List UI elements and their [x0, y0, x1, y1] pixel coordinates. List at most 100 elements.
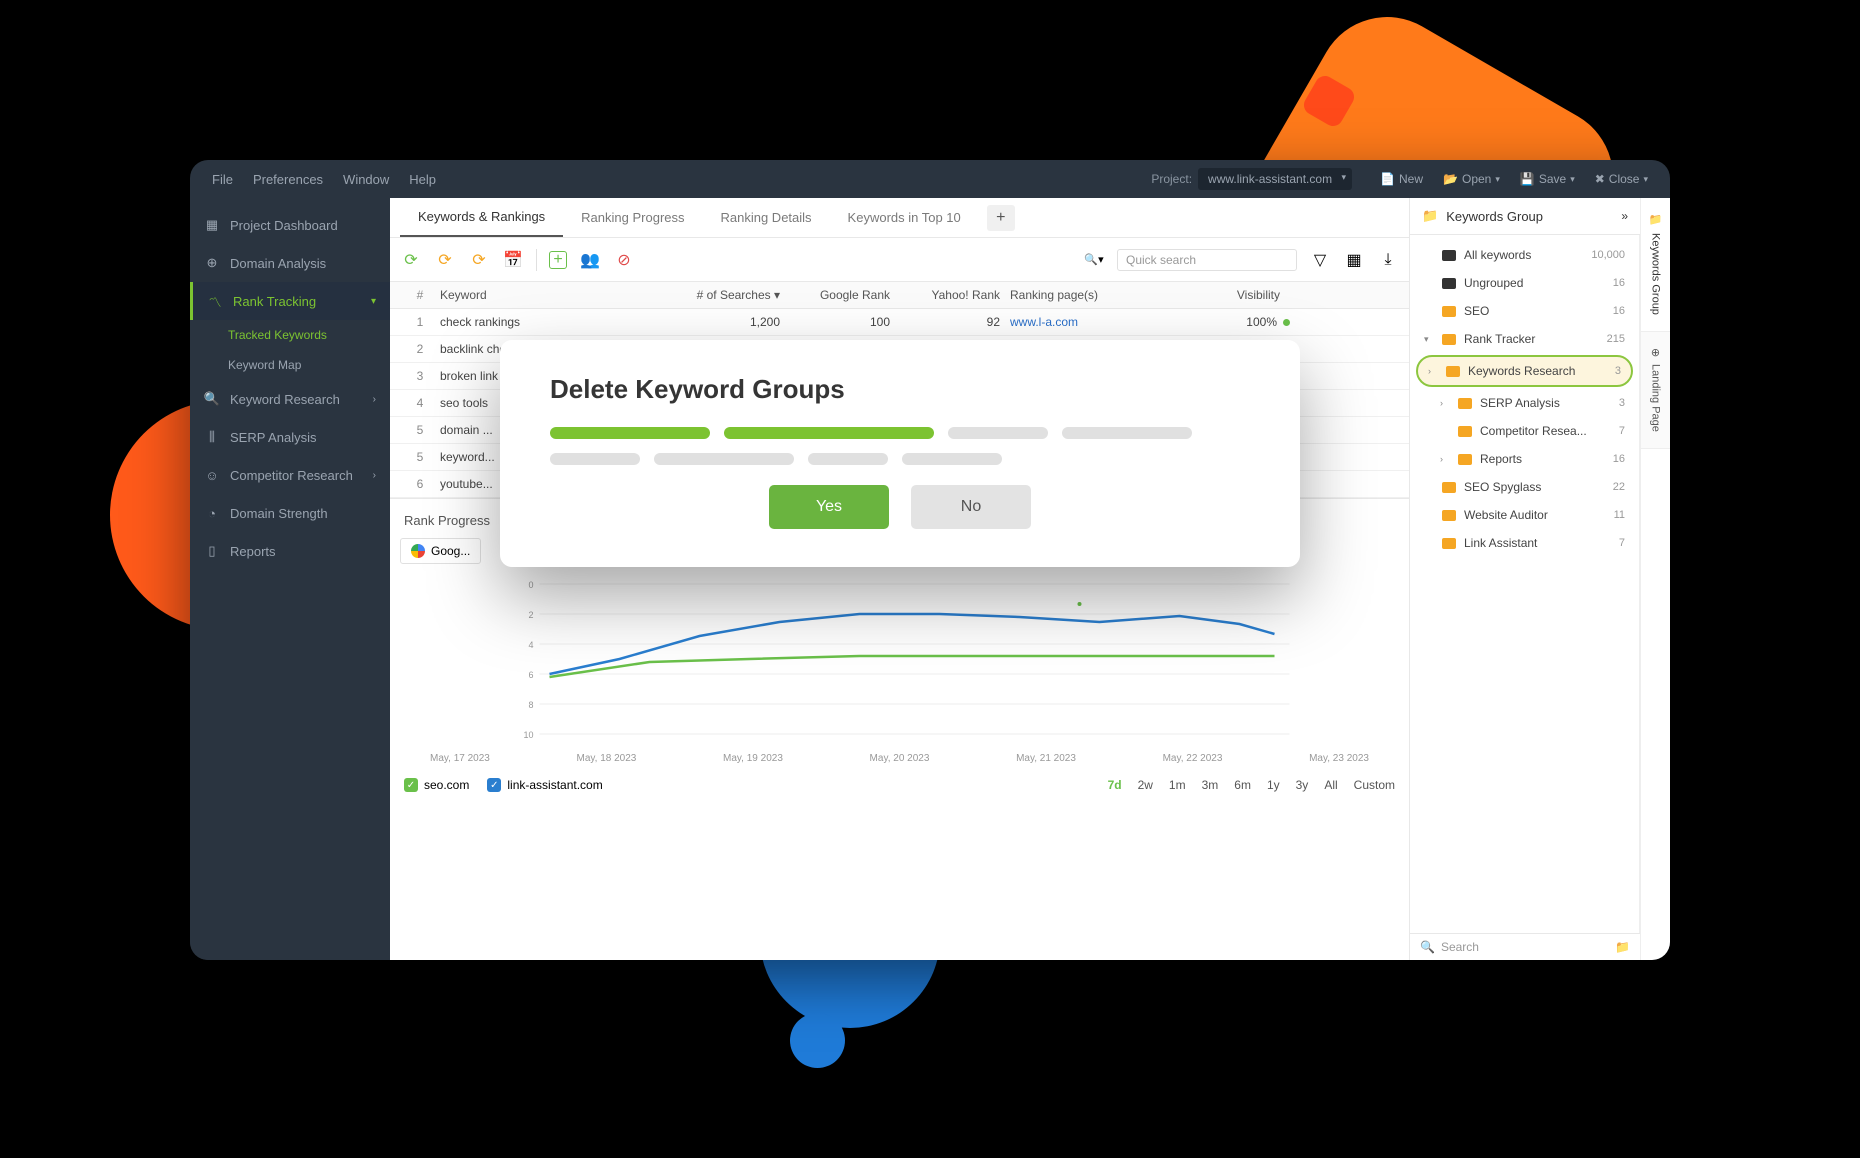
folder-icon: 📁 [1649, 214, 1662, 227]
range-7d[interactable]: 7d [1108, 778, 1122, 792]
groups-search[interactable]: 🔍 Search 📁 [1410, 933, 1640, 960]
range-2w[interactable]: 2w [1138, 778, 1153, 792]
legend-link-assistant[interactable]: ✓link-assistant.com [487, 778, 602, 792]
menu-preferences[interactable]: Preferences [243, 172, 333, 187]
tag-icon[interactable]: ⊘ [613, 249, 635, 271]
group-item[interactable]: Ungrouped16 [1410, 269, 1639, 297]
delete-group-dialog: Delete Keyword Groups Yes No [500, 340, 1300, 567]
search-dropdown-icon[interactable]: 🔍▾ [1083, 249, 1105, 271]
expand-icon[interactable]: › [1428, 366, 1438, 376]
menu-window[interactable]: Window [333, 172, 399, 187]
row-google: 100 [790, 315, 900, 329]
group-label: All keywords [1464, 248, 1531, 262]
quick-search-input[interactable]: Quick search [1117, 249, 1297, 271]
folder-open-icon: 📂 [1443, 172, 1458, 186]
sidebar-sub-tracked-keywords[interactable]: Tracked Keywords [190, 320, 390, 350]
schedule-icon[interactable]: 📅 [502, 249, 524, 271]
reports-icon: ▯ [204, 543, 220, 559]
check-icon[interactable]: ⟳ [434, 249, 456, 271]
date-range-selector: 7d 2w 1m 3m 6m 1y 3y All Custom [1108, 778, 1395, 792]
vtab-keywords-group[interactable]: 📁Keywords Group [1641, 198, 1670, 332]
range-3m[interactable]: 3m [1202, 778, 1219, 792]
group-item[interactable]: Link Assistant7 [1410, 529, 1639, 557]
project-select[interactable]: www.link-assistant.com [1198, 168, 1352, 190]
sidebar-item-domain-strength[interactable]: ◔Domain Strength [190, 494, 390, 532]
group-label: SEO Spyglass [1464, 480, 1541, 494]
row-index: 5 [400, 450, 440, 464]
open-button[interactable]: 📂Open▾ [1443, 172, 1500, 186]
expand-icon[interactable]: › [1440, 454, 1450, 464]
sidebar-item-domain-analysis[interactable]: ⊕Domain Analysis [190, 244, 390, 282]
col-keyword[interactable]: Keyword [440, 288, 660, 302]
col-yahoo[interactable]: Yahoo! Rank [900, 288, 1010, 302]
group-item[interactable]: ›Reports16 [1410, 445, 1639, 473]
collapse-panel-icon[interactable]: » [1621, 209, 1628, 223]
chart-x-axis: May, 17 2023May, 18 2023 May, 19 2023May… [400, 753, 1399, 764]
sidebar-item-keyword-research[interactable]: 🔍Keyword Research› [190, 380, 390, 418]
col-pages[interactable]: Ranking page(s) [1010, 288, 1190, 302]
search-engine-select[interactable]: Goog... [400, 538, 481, 564]
sidebar-item-rank-tracking[interactable]: 〽Rank Tracking▾ [190, 282, 390, 320]
folder-icon: 📁 [1422, 208, 1438, 224]
group-item[interactable]: SEO16 [1410, 297, 1639, 325]
globe-icon: ⊕ [1649, 348, 1662, 357]
row-page-link[interactable]: www.l-a.com [1010, 315, 1190, 329]
tab-keywords-top10[interactable]: Keywords in Top 10 [830, 198, 979, 237]
group-item[interactable]: ›SERP Analysis3 [1410, 389, 1639, 417]
save-button[interactable]: 💾Save▾ [1520, 172, 1575, 186]
globe-icon: ⊕ [204, 255, 220, 271]
group-count: 10,000 [1591, 249, 1625, 261]
refresh-icon[interactable]: ⟳ [400, 249, 422, 271]
legend-seo[interactable]: ✓seo.com [404, 778, 469, 792]
col-searches[interactable]: # of Searches ▾ [660, 288, 790, 302]
sidebar-item-reports[interactable]: ▯Reports [190, 532, 390, 570]
group-item[interactable]: All keywords 10,000 [1410, 241, 1639, 269]
group-label: Ungrouped [1464, 276, 1523, 290]
group-item[interactable]: ▾Rank Tracker215 [1410, 325, 1639, 353]
range-3y[interactable]: 3y [1296, 778, 1309, 792]
tab-ranking-details[interactable]: Ranking Details [703, 198, 830, 237]
group-count: 7 [1619, 537, 1625, 549]
col-google[interactable]: Google Rank [790, 288, 900, 302]
row-yahoo: 92 [900, 315, 1010, 329]
group-label: Reports [1480, 452, 1522, 466]
grid-icon[interactable]: ▦ [1343, 249, 1365, 271]
dialog-yes-button[interactable]: Yes [769, 485, 889, 529]
group-item[interactable]: Competitor Resea...7 [1410, 417, 1639, 445]
sidebar-item-dashboard[interactable]: ▦Project Dashboard [190, 206, 390, 244]
bars-icon: ⫼ [204, 429, 220, 445]
range-all[interactable]: All [1324, 778, 1337, 792]
new-button[interactable]: 📄New [1380, 172, 1423, 186]
range-6m[interactable]: 6m [1234, 778, 1251, 792]
filter-icon[interactable]: ▽ [1309, 249, 1331, 271]
sidebar-sub-keyword-map[interactable]: Keyword Map [190, 350, 390, 380]
range-1y[interactable]: 1y [1267, 778, 1280, 792]
row-index: 2 [400, 342, 440, 356]
vtab-landing-page[interactable]: ⊕Landing Page [1641, 332, 1670, 448]
table-row[interactable]: 1check rankings1,20010092www.l-a.com100% [390, 309, 1409, 336]
col-index[interactable]: # [400, 288, 440, 302]
close-button[interactable]: ✖Close▾ [1595, 172, 1648, 186]
dialog-no-button[interactable]: No [911, 485, 1031, 529]
col-visibility[interactable]: Visibility [1190, 288, 1290, 302]
update-icon[interactable]: ⟳ [468, 249, 490, 271]
range-1m[interactable]: 1m [1169, 778, 1186, 792]
expand-icon[interactable]: ▾ [1424, 334, 1434, 345]
groups-header: 📁 Keywords Group » [1410, 198, 1640, 235]
folder-add-icon[interactable]: 📁 [1615, 940, 1630, 954]
group-item[interactable]: ›Keywords Research3 [1416, 355, 1633, 387]
menu-file[interactable]: File [202, 172, 243, 187]
group-item[interactable]: SEO Spyglass22 [1410, 473, 1639, 501]
menu-help[interactable]: Help [399, 172, 446, 187]
range-custom[interactable]: Custom [1354, 778, 1395, 792]
sidebar-item-serp-analysis[interactable]: ⫼SERP Analysis [190, 418, 390, 456]
tab-ranking-progress[interactable]: Ranking Progress [563, 198, 702, 237]
export-icon[interactable]: ⤓ [1377, 249, 1399, 271]
tab-keywords-rankings[interactable]: Keywords & Rankings [400, 198, 563, 237]
add-tab-button[interactable]: + [987, 205, 1015, 231]
add-icon[interactable]: + [549, 251, 567, 269]
sidebar-item-competitor-research[interactable]: ☺Competitor Research› [190, 456, 390, 494]
expand-icon[interactable]: › [1440, 398, 1450, 408]
group-item[interactable]: Website Auditor11 [1410, 501, 1639, 529]
users-icon[interactable]: 👥 [579, 249, 601, 271]
